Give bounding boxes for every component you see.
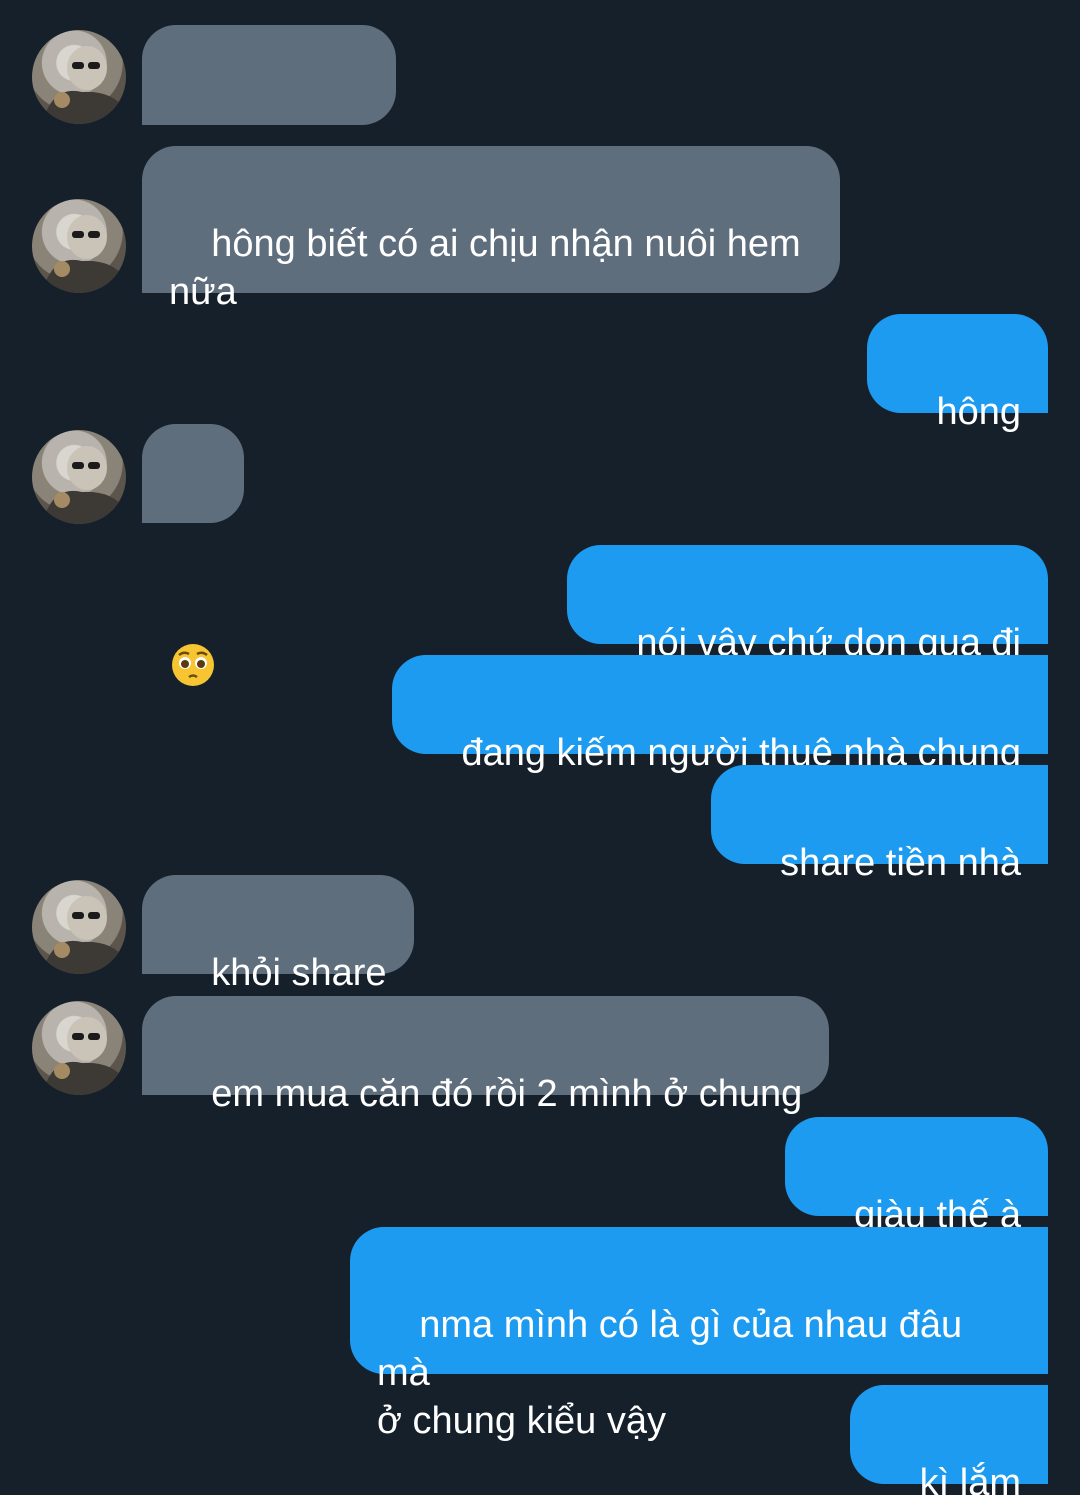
- chat-thread: hic hông biết có ai chịu nhận nuôi hem n…: [0, 0, 1080, 1495]
- user-photo-icon: [42, 1017, 126, 1095]
- message-text: khỏi share: [211, 952, 387, 994]
- avatar[interactable]: [32, 880, 126, 974]
- avatar[interactable]: [32, 199, 126, 293]
- message-bubble-received[interactable]: hic: [142, 25, 397, 195]
- pleading-face-icon: [170, 546, 216, 748]
- message-bubble-received[interactable]: hông biết có ai chịu nhận nuôi hem nữa: [142, 146, 840, 313]
- message-bubble-sent[interactable]: giàu thế à: [784, 1117, 1048, 1236]
- message-bubble-sent[interactable]: nma mình có là gì của nhau đâu mà ở chun…: [350, 1227, 1048, 1442]
- message-bubble-received[interactable]: em mua căn đó rồi 2 mình ở chung: [142, 996, 830, 1115]
- message-bubble-sent[interactable]: hông: [867, 314, 1048, 433]
- message-text: hông: [936, 391, 1021, 433]
- avatar[interactable]: [32, 1001, 126, 1095]
- message-text: em mua căn đó rồi 2 mình ở chung: [211, 1073, 803, 1115]
- user-photo-icon: [42, 896, 126, 974]
- user-photo-icon: [42, 46, 126, 124]
- avatar[interactable]: [32, 30, 126, 124]
- message-text: kì lắm: [919, 1462, 1021, 1495]
- avatar[interactable]: [32, 430, 126, 524]
- message-bubble-sent[interactable]: đang kiếm người thuê nhà chung: [392, 655, 1048, 774]
- message-bubble-received[interactable]: [142, 424, 244, 686]
- message-bubble-received[interactable]: khỏi share: [142, 875, 414, 994]
- message-bubble-sent[interactable]: kì lắm: [850, 1385, 1048, 1495]
- user-photo-icon: [42, 215, 126, 293]
- message-bubble-sent[interactable]: nói vậy chứ dọn qua đi: [567, 545, 1048, 664]
- message-text: share tiền nhà: [780, 842, 1021, 884]
- user-photo-icon: [42, 446, 126, 524]
- message-bubble-sent[interactable]: share tiền nhà: [710, 765, 1048, 884]
- message-text: hông biết có ai chịu nhận nuôi hem nữa: [169, 223, 801, 313]
